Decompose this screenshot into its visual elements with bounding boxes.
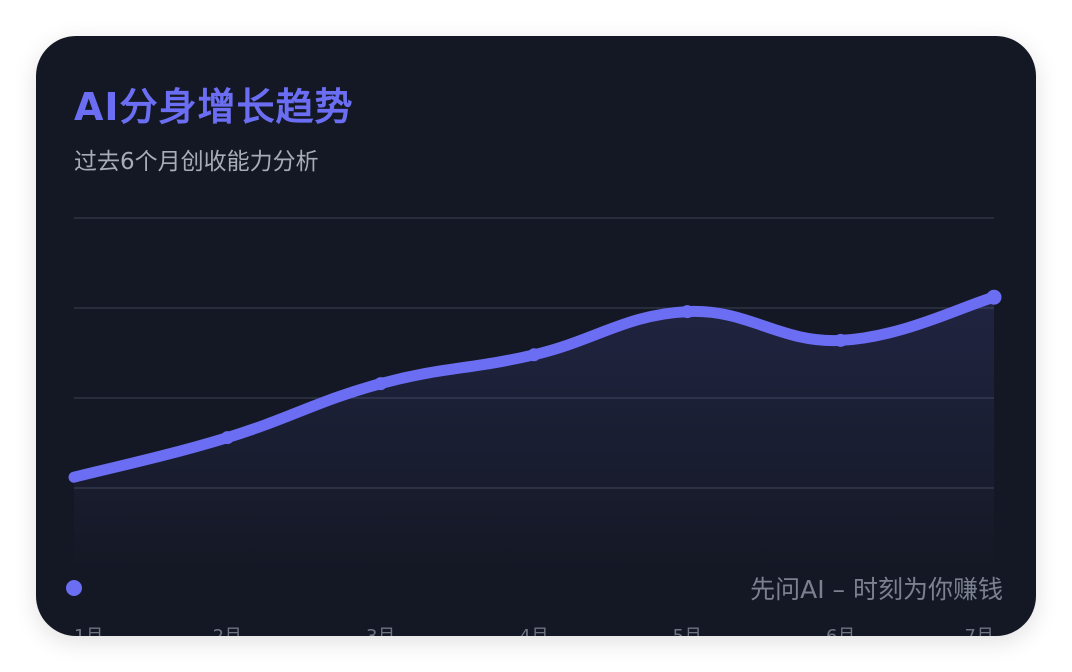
data-point: [527, 348, 541, 362]
x-tick-label: 4月: [519, 626, 548, 636]
footer-slogan: 先问AI – 时刻为你赚钱: [750, 575, 1003, 604]
x-tick-label: 6月: [826, 626, 855, 636]
x-tick-label: 5月: [673, 626, 702, 636]
chart-card: AI分身增长趋势 过去6个月创收能力分析 1月2月3月4月5月6月7月 先问AI…: [36, 36, 1036, 636]
data-point: [680, 305, 694, 319]
x-axis-labels: 1月 2月 3月 4月 5月 6月 7月: [74, 626, 994, 636]
x-tick-label: 2月: [213, 626, 242, 636]
data-point: [220, 431, 234, 445]
data-point: [834, 333, 848, 347]
x-tick-label: 1月: [74, 626, 103, 636]
legend-dot: [66, 580, 82, 596]
trend-chart: 1月 2月 3月 4月 5月 6月 7月: [68, 217, 1002, 636]
data-point: [374, 377, 388, 391]
x-tick-label: 7月: [965, 626, 994, 636]
data-point: [986, 289, 1002, 305]
x-tick-label: 3月: [366, 626, 395, 636]
